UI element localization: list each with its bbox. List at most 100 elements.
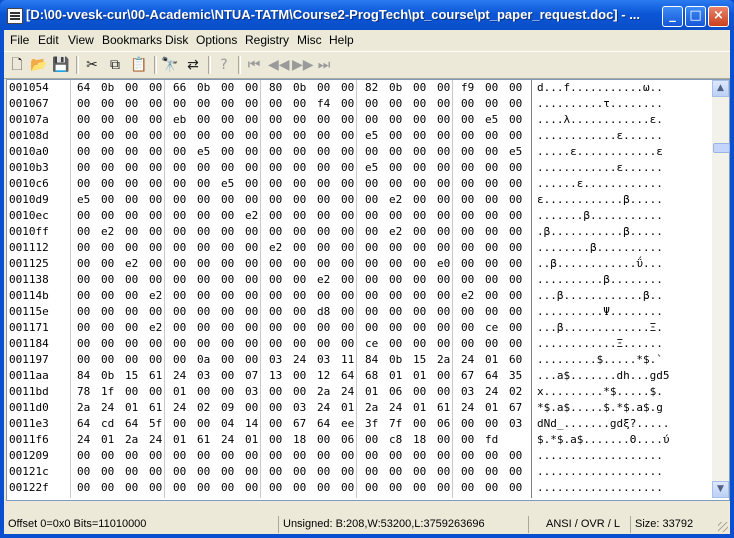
hex-byte[interactable]: 00	[509, 273, 522, 286]
hex-byte[interactable]: 00	[341, 449, 354, 462]
hex-byte[interactable]: e5	[365, 161, 378, 174]
hex-byte[interactable]: 24	[101, 401, 114, 414]
hex-row[interactable]: 00122f 00 00 00 00 00 00 00 00 00 00 00 00 00 00 00 00 00…	[7, 480, 711, 496]
hex-byte[interactable]: 00	[413, 289, 426, 302]
hex-byte[interactable]: 01	[245, 433, 258, 446]
hex-byte[interactable]: 00	[149, 273, 162, 286]
hex-byte[interactable]: 00	[365, 321, 378, 334]
hex-byte[interactable]: 24	[149, 433, 162, 446]
hex-byte[interactable]: 00	[77, 465, 90, 478]
hex-byte[interactable]: 00	[437, 113, 450, 126]
hex-byte[interactable]: 00	[461, 145, 474, 158]
hex-byte[interactable]: 00	[125, 465, 138, 478]
hex-byte[interactable]: 00	[389, 289, 402, 302]
hex-byte[interactable]: 00	[509, 289, 522, 302]
hex-byte[interactable]: 24	[389, 401, 402, 414]
hex-byte[interactable]: 00	[341, 289, 354, 302]
hex-byte[interactable]: 00	[197, 97, 210, 110]
hex-byte[interactable]: 24	[485, 385, 498, 398]
hex-byte[interactable]: 00	[269, 465, 282, 478]
hex-byte[interactable]: 00	[101, 97, 114, 110]
hex-byte[interactable]: 00	[461, 129, 474, 142]
hex-byte[interactable]: 00	[101, 209, 114, 222]
hex-byte[interactable]: 00	[245, 161, 258, 174]
hex-byte[interactable]: e2	[149, 289, 162, 302]
hex-byte[interactable]: 00	[173, 305, 186, 318]
hex-byte[interactable]: 67	[509, 401, 522, 414]
hex-byte[interactable]: 00	[293, 385, 306, 398]
ascii-text[interactable]: ......ε............	[537, 177, 663, 190]
hex-byte[interactable]: 00	[413, 161, 426, 174]
hex-byte[interactable]: 00	[221, 353, 234, 366]
hex-byte[interactable]: 35	[509, 369, 522, 382]
hex-byte[interactable]: e2	[461, 289, 474, 302]
hex-byte[interactable]: 84	[77, 369, 90, 382]
hex-byte[interactable]: 00	[485, 97, 498, 110]
hex-byte[interactable]: 00	[365, 481, 378, 494]
hex-byte[interactable]: 00	[437, 449, 450, 462]
hex-byte[interactable]: 00	[197, 209, 210, 222]
ascii-text[interactable]: ............Ξ......	[537, 337, 663, 350]
hex-byte[interactable]: fd	[485, 433, 498, 446]
hex-byte[interactable]: 00	[389, 449, 402, 462]
hex-byte[interactable]: 00	[149, 81, 162, 94]
hex-row[interactable]: 00121c 00 00 00 00 00 00 00 00 00 00 00 00 00 00 00 00 00…	[7, 464, 711, 480]
hex-byte[interactable]: 00	[413, 145, 426, 158]
hex-byte[interactable]: 00	[293, 161, 306, 174]
hex-byte[interactable]: 00	[461, 257, 474, 270]
hex-byte[interactable]: 00	[437, 369, 450, 382]
hex-byte[interactable]: 00	[221, 337, 234, 350]
hex-byte[interactable]: 00	[101, 321, 114, 334]
hex-byte[interactable]: 01	[485, 401, 498, 414]
hex-byte[interactable]: 00	[197, 417, 210, 430]
hex-byte[interactable]: 00	[389, 129, 402, 142]
hex-byte[interactable]: 00	[461, 113, 474, 126]
hex-byte[interactable]: 00	[413, 417, 426, 430]
next-icon[interactable]: ▶▶	[292, 56, 314, 74]
hex-byte[interactable]: 00	[77, 161, 90, 174]
hex-byte[interactable]: 78	[77, 385, 90, 398]
hex-byte[interactable]: 00	[461, 417, 474, 430]
hex-byte[interactable]: 00	[173, 161, 186, 174]
hex-byte[interactable]: 00	[245, 225, 258, 238]
hex-byte[interactable]: 06	[389, 385, 402, 398]
hex-byte[interactable]: 60	[509, 353, 522, 366]
hex-byte[interactable]: e2	[269, 241, 282, 254]
hex-byte[interactable]: 00	[365, 465, 378, 478]
hex-byte[interactable]: 00	[197, 113, 210, 126]
hex-byte[interactable]: 00	[221, 481, 234, 494]
hex-byte[interactable]: 00	[101, 129, 114, 142]
hex-row[interactable]: 001112 00 00 00 00 00 00 00 00 e2 00 00 00 00 00 00 00 00…	[7, 240, 711, 256]
hex-byte[interactable]: 00	[485, 305, 498, 318]
hex-byte[interactable]: ce	[485, 321, 498, 334]
hex-byte[interactable]: 00	[317, 337, 330, 350]
hex-byte[interactable]: 64	[77, 417, 90, 430]
hex-byte[interactable]: 00	[485, 81, 498, 94]
hex-row[interactable]: 001054 64 0b 00 00 66 0b 00 00 80 0b 00 00 82 0b 00 00 f9…	[7, 80, 711, 96]
hex-byte[interactable]: 02	[197, 401, 210, 414]
hex-byte[interactable]: 00	[173, 145, 186, 158]
hex-byte[interactable]: 00	[461, 225, 474, 238]
hex-byte[interactable]: 00	[101, 193, 114, 206]
hex-byte[interactable]: 00	[413, 385, 426, 398]
prev-icon[interactable]: ◀◀	[268, 56, 290, 74]
hex-byte[interactable]: 00	[341, 81, 354, 94]
hex-byte[interactable]: 00	[245, 401, 258, 414]
hex-byte[interactable]: 00	[317, 177, 330, 190]
ascii-text[interactable]: $.*$.a$.......Θ....ύ	[537, 433, 669, 446]
hex-byte[interactable]: 14	[245, 417, 258, 430]
hex-byte[interactable]: 00	[269, 209, 282, 222]
hex-byte[interactable]: 01	[413, 369, 426, 382]
hex-byte[interactable]: 24	[221, 433, 234, 446]
hex-byte[interactable]: 00	[149, 161, 162, 174]
hex-byte[interactable]: 00	[317, 465, 330, 478]
menu-misc[interactable]: Misc	[297, 33, 322, 47]
hex-byte[interactable]: 00	[317, 449, 330, 462]
hex-byte[interactable]: 00	[509, 193, 522, 206]
hex-byte[interactable]: 00	[77, 481, 90, 494]
hex-byte[interactable]: 00	[413, 337, 426, 350]
hex-byte[interactable]: 00	[341, 145, 354, 158]
hex-byte[interactable]: 00	[509, 161, 522, 174]
hex-byte[interactable]: 00	[341, 193, 354, 206]
ascii-text[interactable]: dNd_.......gdξ?.....	[537, 417, 669, 430]
